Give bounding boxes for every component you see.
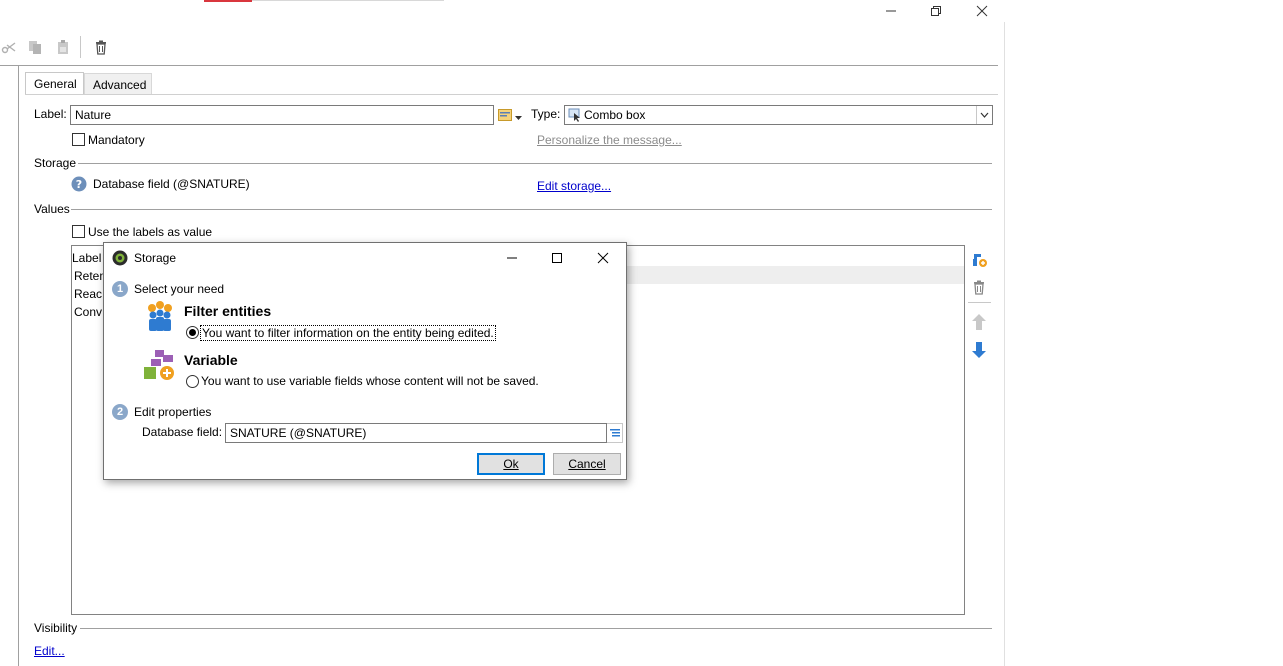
list-item[interactable]: Conv — [74, 305, 102, 319]
delete-icon[interactable] — [92, 38, 110, 56]
storage-section-line — [78, 163, 992, 164]
minimize-icon[interactable] — [868, 0, 914, 22]
ok-button[interactable]: Ok — [477, 453, 545, 475]
type-select-value: Combo box — [584, 108, 646, 122]
side-separator — [968, 302, 991, 303]
copy-icon[interactable] — [26, 38, 44, 56]
cut-icon[interactable] — [0, 38, 18, 56]
list-item[interactable]: Reac — [74, 287, 102, 301]
filter-entities-desc[interactable]: You want to filter information on the en… — [200, 325, 496, 341]
close-icon[interactable] — [959, 0, 1005, 22]
tab-strip-line — [252, 0, 444, 1]
list-item[interactable]: Reten — [74, 269, 106, 283]
database-field-input[interactable]: SNATURE (@SNATURE) — [225, 423, 607, 443]
selected-row-highlight — [626, 266, 964, 284]
step-1-badge: 1 — [112, 281, 128, 297]
database-field-caption: Database field: — [142, 425, 223, 439]
visibility-section-line — [80, 628, 992, 629]
mandatory-checkbox[interactable] — [72, 133, 85, 146]
app-logo-icon — [112, 250, 128, 266]
left-panel-edge — [18, 66, 19, 666]
values-section-title: Values — [34, 202, 70, 216]
visibility-edit-link[interactable]: Edit... — [34, 644, 65, 658]
minimize-icon[interactable] — [497, 247, 527, 269]
visibility-section-title: Visibility — [34, 621, 78, 635]
step-2-label: Edit properties — [134, 405, 212, 419]
step-2-badge: 2 — [112, 404, 128, 420]
type-select[interactable]: Combo box — [564, 105, 993, 125]
edit-storage-link[interactable]: Edit storage... — [537, 179, 611, 193]
mandatory-label: Mandatory — [88, 133, 145, 147]
tab-general-label: General — [34, 77, 77, 91]
tab-general[interactable]: General — [25, 72, 84, 94]
active-tab-indicator — [204, 0, 252, 2]
paste-icon[interactable] — [54, 38, 72, 56]
cancel-button[interactable]: Cancel — [553, 453, 621, 475]
variable-radio[interactable] — [186, 375, 199, 388]
help-icon: ? — [71, 176, 87, 192]
list-header-label[interactable]: Label — [72, 251, 101, 265]
variable-title: Variable — [184, 352, 238, 368]
field-picker-icon[interactable] — [607, 423, 623, 443]
storage-section-title: Storage — [34, 156, 77, 170]
step-1-label: Select your need — [134, 282, 225, 296]
use-labels-checkbox[interactable] — [72, 225, 85, 238]
maximize-icon[interactable] — [542, 247, 572, 269]
label-input[interactable]: Nature — [70, 105, 494, 125]
chevron-down-icon[interactable] — [514, 111, 523, 120]
arrow-down-icon[interactable] — [970, 341, 988, 359]
tab-strip-border — [25, 94, 998, 95]
type-caption: Type: — [531, 107, 561, 121]
chevron-down-icon[interactable] — [976, 106, 992, 124]
filter-entities-radio[interactable] — [186, 326, 199, 339]
toolbar-divider — [0, 65, 998, 66]
filter-entities-title: Filter entities — [184, 303, 272, 319]
delete-icon[interactable] — [970, 278, 988, 296]
label-caption: Label: — [34, 107, 67, 121]
variable-desc: You want to use variable fields whose co… — [201, 374, 539, 388]
tab-advanced[interactable]: Advanced — [84, 73, 152, 94]
close-icon[interactable] — [588, 247, 618, 269]
storage-value: Database field (@SNATURE) — [93, 177, 250, 191]
storage-dialog: Storage 1 Select your need Filter entiti… — [103, 242, 627, 480]
variable-icon — [143, 349, 177, 383]
filter-entities-icon — [143, 299, 177, 333]
tab-advanced-label: Advanced — [93, 78, 147, 92]
personalize-message-link[interactable]: Personalize the message... — [537, 133, 682, 147]
svg-text:?: ? — [76, 178, 82, 191]
values-section-line — [71, 209, 992, 210]
toolbar-separator — [80, 36, 81, 58]
arrow-up-icon[interactable] — [970, 313, 988, 331]
add-value-icon[interactable] — [970, 250, 988, 268]
use-labels-label: Use the labels as value — [88, 225, 213, 239]
window-edge — [1004, 22, 1005, 666]
dialog-title: Storage — [134, 251, 177, 265]
combo-box-icon — [568, 108, 582, 122]
label-picker-icon[interactable] — [498, 108, 512, 122]
toolbar — [0, 33, 998, 61]
restore-icon[interactable] — [913, 0, 959, 22]
